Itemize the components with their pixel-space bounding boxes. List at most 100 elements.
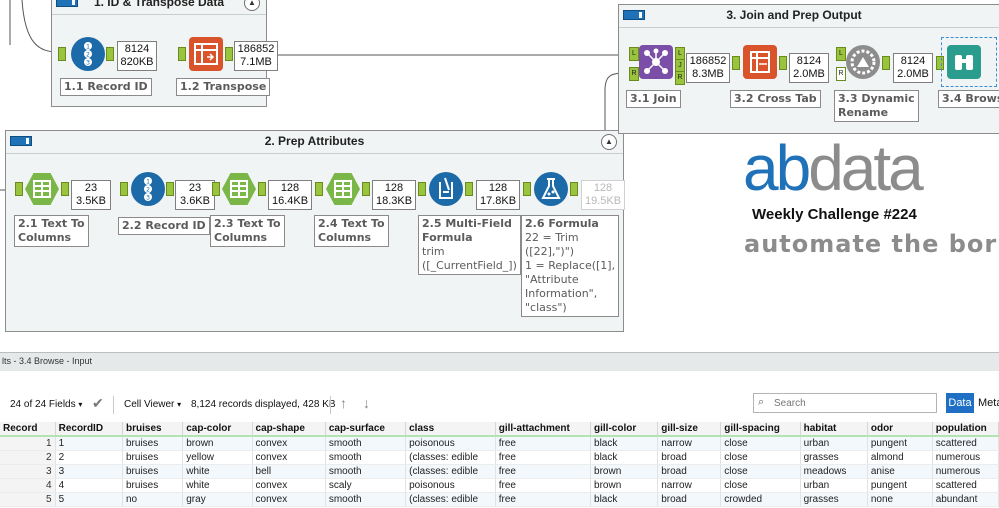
record-id-icon[interactable]: 123 — [131, 172, 165, 206]
input-anchor[interactable] — [732, 56, 740, 70]
input-anchor[interactable] — [315, 182, 323, 196]
cell[interactable]: close — [720, 478, 801, 493]
column-header[interactable]: gill-color — [590, 422, 659, 437]
cell[interactable]: white — [182, 464, 253, 479]
cell[interactable]: scattered — [932, 478, 999, 493]
cell[interactable]: brown — [182, 436, 253, 451]
collapse-icon[interactable]: ▲ — [244, 0, 260, 11]
right-input-anchor[interactable]: R — [629, 67, 639, 81]
arrow-down-icon[interactable]: ↓ — [363, 395, 370, 411]
cell[interactable]: smooth — [325, 450, 407, 465]
workflow-canvas[interactable]: 1. ID & Transpose Data ▲ 2. Prep Attribu… — [0, 0, 999, 352]
output-anchor[interactable] — [258, 182, 266, 196]
collapse-icon[interactable]: ▲ — [601, 134, 617, 150]
output-anchor[interactable] — [225, 47, 233, 61]
output-anchor[interactable] — [570, 182, 578, 196]
cell[interactable]: narrow — [657, 436, 722, 451]
cell[interactable]: urban — [800, 478, 868, 493]
cell[interactable]: numerous — [932, 450, 999, 465]
cell[interactable]: brown — [590, 478, 659, 493]
cell[interactable]: convex — [252, 492, 326, 507]
cell[interactable]: free — [495, 436, 592, 451]
join-icon[interactable] — [639, 45, 673, 79]
input-anchor[interactable] — [178, 47, 186, 61]
table-row[interactable]: 2 2 bruises yellow convex smooth (classe… — [0, 450, 999, 465]
table-row[interactable]: 4 4 bruises white convex scaly poisonous… — [0, 478, 999, 493]
cell[interactable]: scattered — [932, 436, 999, 451]
column-header[interactable]: population — [932, 422, 999, 437]
cell[interactable]: almond — [867, 450, 933, 465]
browse-icon[interactable] — [947, 45, 981, 79]
cell[interactable]: (classes: edible — [405, 450, 496, 465]
output-anchor[interactable] — [779, 56, 787, 70]
column-header[interactable]: RecordID — [55, 422, 124, 437]
column-header[interactable]: gill-spacing — [720, 422, 801, 437]
cell[interactable]: gray — [182, 492, 253, 507]
results-grid[interactable]: Record RecordID bruises cap-color cap-sh… — [0, 422, 999, 507]
table-row[interactable]: 3 3 bruises white bell smooth (classes: … — [0, 464, 999, 479]
cell[interactable]: close — [720, 436, 801, 451]
cell[interactable]: 5 — [55, 492, 124, 507]
cell[interactable]: convex — [252, 436, 326, 451]
cell[interactable]: close — [720, 450, 801, 465]
cell[interactable]: 2 — [55, 450, 124, 465]
cell[interactable]: bell — [252, 464, 326, 479]
cross-tab-icon[interactable] — [743, 45, 777, 79]
input-anchor[interactable] — [212, 182, 220, 196]
cell[interactable]: bruises — [122, 436, 184, 451]
cell[interactable]: 1 — [55, 436, 124, 451]
table-row[interactable]: 5 5 no gray convex smooth (classes: edib… — [0, 492, 999, 507]
cell[interactable]: no — [122, 492, 184, 507]
cell[interactable]: close — [720, 464, 801, 479]
right-output-anchor[interactable]: R — [675, 71, 685, 85]
cell[interactable]: urban — [800, 436, 868, 451]
cell[interactable]: smooth — [325, 436, 407, 451]
cell[interactable]: convex — [252, 478, 326, 493]
cell[interactable]: pungent — [867, 478, 933, 493]
column-header[interactable]: cap-shape — [252, 422, 326, 437]
output-anchor[interactable] — [166, 182, 174, 196]
input-anchor[interactable] — [120, 182, 128, 196]
cell[interactable]: smooth — [325, 492, 407, 507]
cell[interactable]: free — [495, 492, 592, 507]
column-header[interactable]: cap-surface — [325, 422, 407, 437]
cell[interactable]: 3 — [55, 464, 124, 479]
cell[interactable]: free — [495, 478, 592, 493]
column-header[interactable]: habitat — [800, 422, 868, 437]
cell[interactable]: free — [495, 464, 592, 479]
cell[interactable]: bruises — [122, 450, 184, 465]
multi-field-formula-icon[interactable] — [429, 172, 463, 206]
check-icon[interactable]: ✔ — [92, 395, 104, 412]
search-box[interactable]: ⌕ — [753, 393, 937, 413]
cell[interactable]: free — [495, 450, 592, 465]
cell[interactable]: bruises — [122, 464, 184, 479]
cell[interactable]: bruises — [122, 478, 184, 493]
cell[interactable]: 4 — [55, 478, 124, 493]
cell[interactable]: grasses — [800, 492, 868, 507]
arrow-up-icon[interactable]: ↑ — [340, 395, 347, 411]
table-row[interactable]: 1 1 bruises brown convex smooth poisonou… — [0, 436, 999, 451]
cell[interactable]: none — [867, 492, 933, 507]
search-input[interactable] — [772, 395, 936, 412]
left-input-anchor[interactable]: L — [836, 47, 846, 61]
cell[interactable]: black — [590, 492, 659, 507]
cell[interactable]: abundant — [932, 492, 999, 507]
cell[interactable]: white — [182, 478, 253, 493]
record-id-icon[interactable]: 123 — [71, 37, 105, 71]
cell-viewer-dropdown[interactable]: Cell Viewer ▾ — [124, 399, 181, 410]
dynamic-rename-icon[interactable] — [846, 45, 880, 79]
cell[interactable]: crowded — [720, 492, 801, 507]
output-anchor[interactable] — [465, 182, 473, 196]
input-anchor[interactable] — [58, 47, 66, 61]
cell[interactable]: broad — [657, 492, 722, 507]
output-anchor[interactable] — [362, 182, 370, 196]
output-anchor[interactable] — [882, 56, 890, 70]
cell[interactable]: narrow — [657, 478, 722, 493]
transpose-icon[interactable] — [189, 37, 223, 71]
formula-icon[interactable] — [534, 172, 568, 206]
cell[interactable]: smooth — [325, 464, 407, 479]
cell[interactable]: anise — [867, 464, 933, 479]
tab-metadata[interactable]: Meta — [978, 393, 999, 413]
tab-data[interactable]: Data — [946, 393, 974, 413]
cell[interactable]: yellow — [182, 450, 253, 465]
